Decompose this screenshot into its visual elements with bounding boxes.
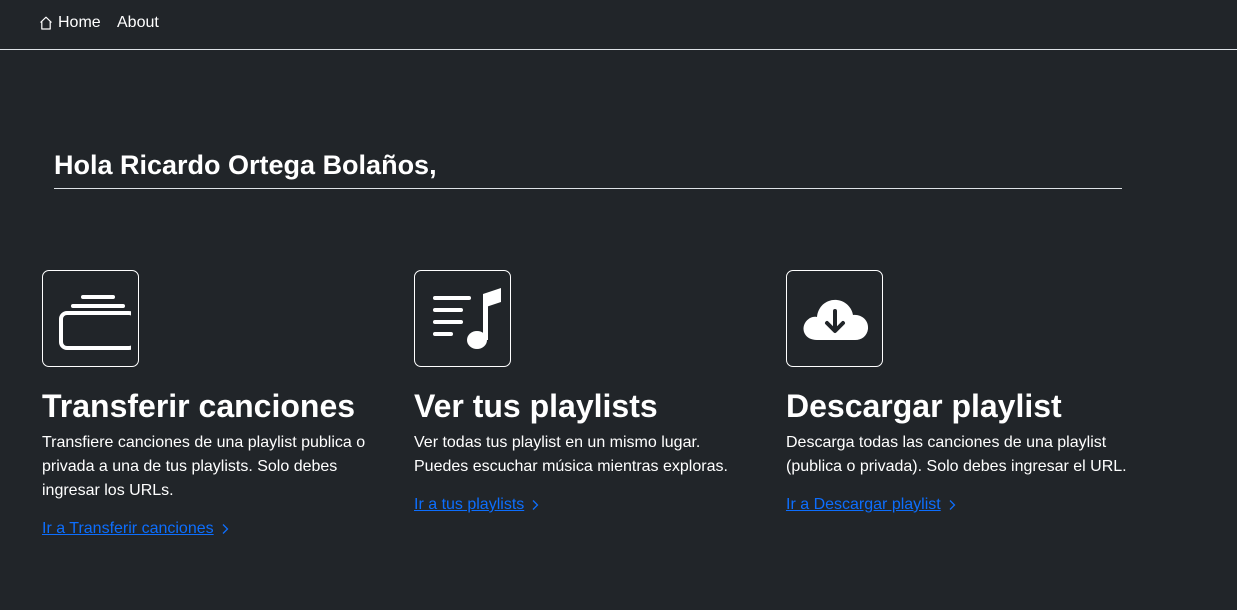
download-link[interactable]: Ir a Descargar playlist <box>786 495 958 515</box>
feature-transfer: Transferir canciones Transfiere cancione… <box>42 270 382 539</box>
transfer-link-label: Ir a Transferir canciones <box>42 520 214 537</box>
feature-download: Descargar playlist Descarga todas las ca… <box>786 270 1127 515</box>
playlists-link-label: Ir a tus playlists <box>414 496 525 513</box>
feature-icon-box <box>786 270 883 367</box>
playlists-link[interactable]: Ir a tus playlists <box>414 495 541 515</box>
feature-title: Ver tus playlists <box>414 388 658 424</box>
cloud-download-icon <box>803 299 868 340</box>
feature-playlists: Ver tus playlists Ver todas tus playlist… <box>414 270 754 515</box>
chevron-right-icon <box>529 499 541 511</box>
transfer-link[interactable]: Ir a Transferir canciones <box>42 519 231 539</box>
feature-description: Transfiere canciones de una playlist pub… <box>42 434 366 499</box>
feature-icon-box <box>414 270 511 367</box>
nav-about-link[interactable]: About <box>117 13 159 33</box>
nav-home-label: Home <box>58 14 101 31</box>
download-link-label: Ir a Descargar playlist <box>786 496 941 513</box>
feature-description: Ver todas tus playlist en un mismo lugar… <box>414 434 728 475</box>
top-navbar: Home About <box>0 0 1237 50</box>
feature-icon-box <box>42 270 139 367</box>
house-icon <box>38 15 54 31</box>
greeting-heading: Hola Ricardo Ortega Bolaños, <box>54 149 1122 189</box>
chevron-right-icon <box>946 499 958 511</box>
collection-icon <box>58 294 131 350</box>
chevron-right-icon <box>219 523 231 535</box>
feature-description: Descarga todas las canciones de una play… <box>786 434 1127 475</box>
nav-home-link[interactable]: Home <box>38 13 101 33</box>
feature-title: Transferir canciones <box>42 388 356 424</box>
music-note-list-icon <box>432 287 501 349</box>
feature-title: Descargar playlist <box>786 388 1062 424</box>
